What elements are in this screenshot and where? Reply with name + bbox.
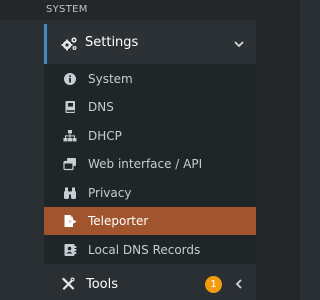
submenu-item-label: Teleporter	[88, 214, 149, 228]
sidebar: SYSTEM Settings System DNS DHCP Web inte…	[0, 0, 300, 300]
submenu-item-dhcp[interactable]: DHCP	[44, 122, 256, 150]
submenu-item-label: Privacy	[88, 186, 132, 200]
info-circle-icon	[64, 73, 76, 85]
section-header: SYSTEM	[0, 0, 300, 20]
submenu-item-privacy[interactable]: Privacy	[44, 179, 256, 207]
window-restore-icon	[63, 158, 76, 171]
notification-badge: 1	[205, 276, 222, 293]
book-icon	[65, 101, 75, 113]
submenu-item-teleporter[interactable]: Teleporter	[44, 207, 256, 235]
settings-label: Settings	[85, 35, 139, 50]
submenu-item-label: Local DNS Records	[88, 243, 201, 257]
settings-submenu: System DNS DHCP Web interface / API Priv…	[44, 64, 256, 264]
address-book-icon	[64, 244, 77, 256]
submenu-item-web-interface[interactable]: Web interface / API	[44, 150, 256, 178]
submenu-item-dns[interactable]: DNS	[44, 93, 256, 121]
chevron-down-icon	[234, 41, 244, 48]
sitemap-icon	[63, 130, 77, 142]
submenu-item-label: Web interface / API	[88, 157, 203, 171]
tools-label: Tools	[86, 277, 119, 292]
tools-icon	[62, 277, 75, 291]
tools-menu-item[interactable]: Tools 1	[44, 268, 256, 300]
submenu-item-label: DHCP	[88, 129, 122, 143]
submenu-item-system[interactable]: System	[44, 65, 256, 93]
chevron-left-icon	[235, 279, 242, 289]
submenu-item-label: System	[88, 72, 133, 86]
submenu-item-local-dns-records[interactable]: Local DNS Records	[44, 236, 256, 264]
cogs-icon	[61, 37, 77, 51]
settings-menu-item[interactable]: Settings	[44, 24, 256, 64]
binoculars-icon	[64, 187, 76, 199]
content-edge	[256, 0, 300, 300]
file-export-icon	[64, 215, 77, 227]
submenu-item-label: DNS	[88, 100, 114, 114]
section-title: SYSTEM	[46, 4, 88, 15]
